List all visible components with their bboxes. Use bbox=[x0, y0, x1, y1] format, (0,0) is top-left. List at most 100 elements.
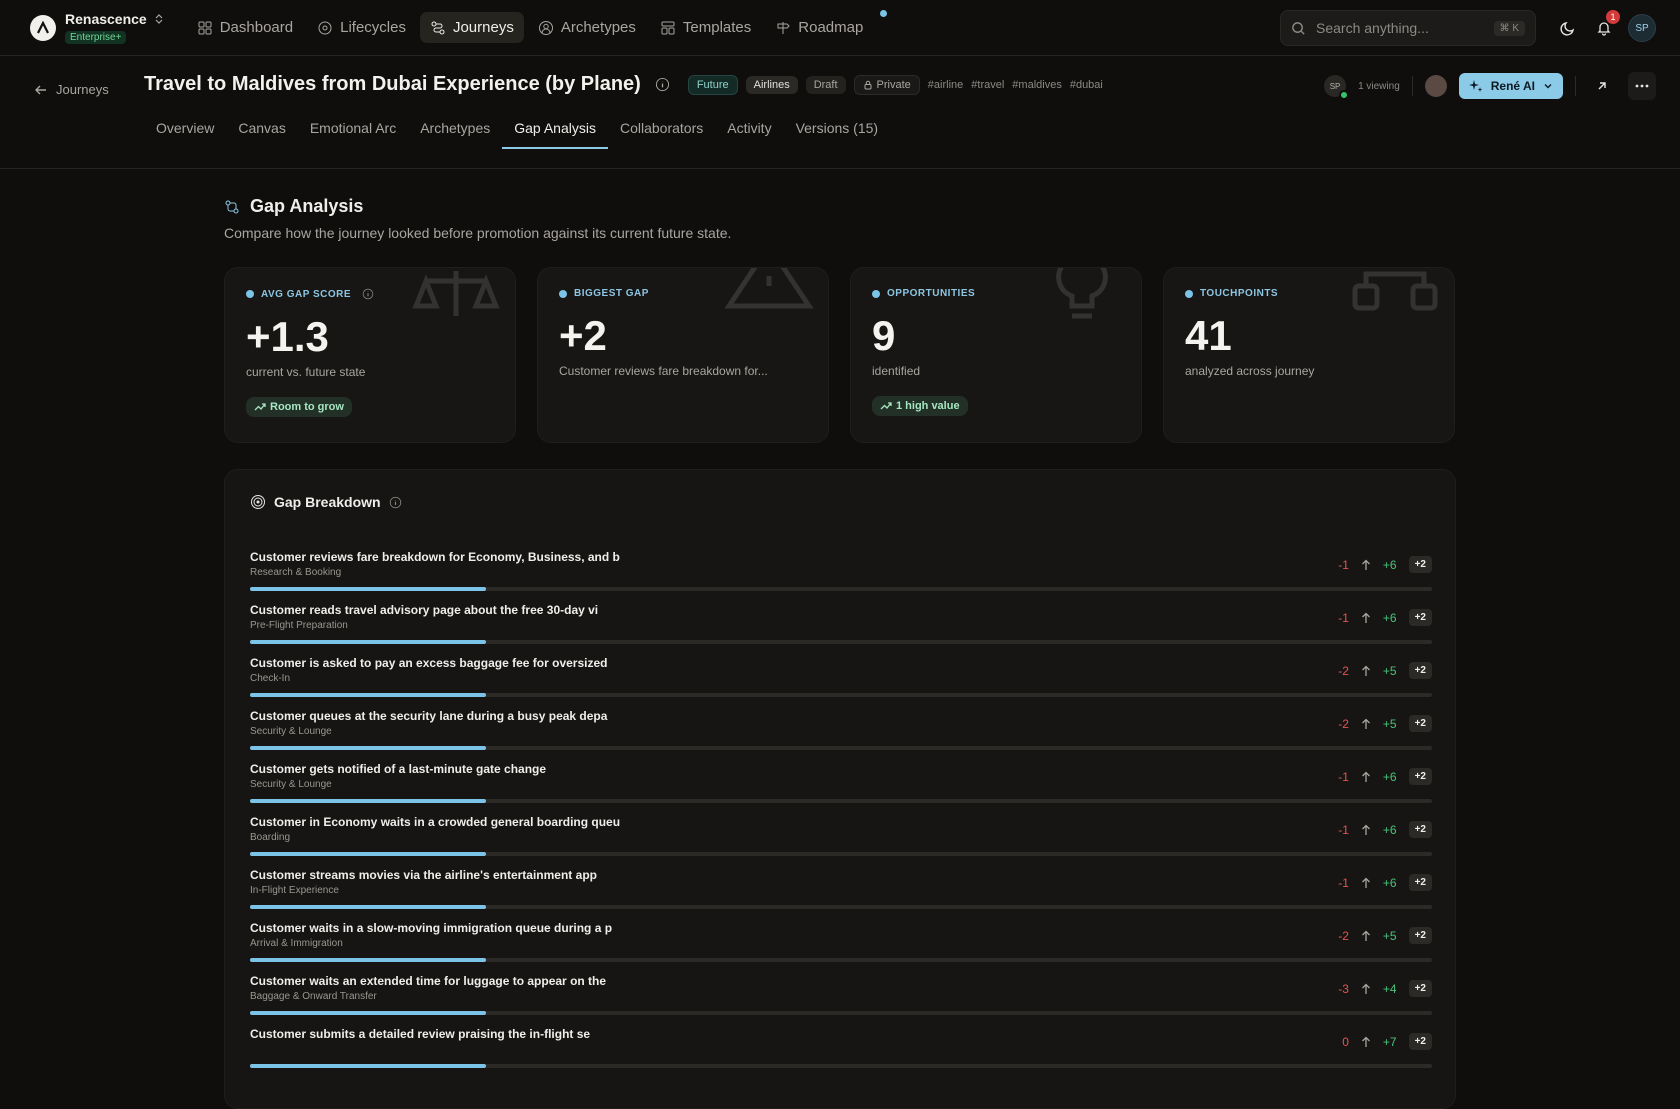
arrow-up-icon bbox=[1361, 665, 1370, 676]
stat-cards: AVG GAP SCORE +1.3 current vs. future st… bbox=[224, 267, 1456, 443]
gap-row[interactable]: Customer in Economy waits in a crowded g… bbox=[250, 815, 1432, 868]
workspace-switcher[interactable]: Renascence Enterprise+ bbox=[65, 11, 163, 45]
status-chip: 1 high value bbox=[872, 396, 968, 416]
gap-row[interactable]: Customer waits in a slow-moving immigrat… bbox=[250, 921, 1432, 974]
theme-toggle[interactable] bbox=[1554, 14, 1582, 42]
visibility-badge[interactable]: Private bbox=[853, 74, 920, 95]
row-stage: Pre-Flight Preparation bbox=[250, 620, 348, 631]
nav-dashboard[interactable]: Dashboard bbox=[187, 12, 303, 43]
gap-bar-fill bbox=[250, 640, 487, 644]
page-title: Travel to Maldives from Dubai Experience… bbox=[144, 73, 641, 95]
card-label: TOUCHPOINTS bbox=[1200, 288, 1279, 299]
scale-icon bbox=[412, 271, 500, 316]
open-external-button[interactable] bbox=[1588, 72, 1616, 100]
collaborator-avatar[interactable] bbox=[1424, 75, 1447, 97]
row-title: Customer in Economy waits in a crowded g… bbox=[250, 815, 621, 829]
before-score: -1 bbox=[1338, 822, 1349, 837]
gap-bar-track bbox=[250, 1064, 1432, 1068]
nav-templates[interactable]: Templates bbox=[650, 12, 761, 43]
tab-emotional-arc[interactable]: Emotional Arc bbox=[298, 111, 408, 148]
arrow-up-icon bbox=[1361, 559, 1370, 570]
trend-up-icon bbox=[254, 403, 266, 411]
gap-bar-track bbox=[250, 905, 1432, 909]
info-icon[interactable] bbox=[362, 288, 374, 300]
gap-row[interactable]: Customer gets notified of a last-minute … bbox=[250, 762, 1432, 815]
stat-card-opportunities: OPPORTUNITIES 9 identified 1 high value bbox=[850, 267, 1142, 443]
row-stage: Check-In bbox=[250, 673, 291, 684]
gap-bar-fill bbox=[250, 958, 487, 962]
sparkles-icon bbox=[1468, 80, 1483, 92]
gap-row[interactable]: Customer waits an extended time for lugg… bbox=[250, 974, 1432, 1027]
rene-ai-button[interactable]: René AI bbox=[1458, 73, 1563, 99]
arrow-up-icon bbox=[1361, 877, 1370, 888]
more-button[interactable] bbox=[1628, 72, 1656, 100]
tab-archetypes[interactable]: Archetypes bbox=[408, 111, 502, 148]
logo-icon[interactable] bbox=[30, 14, 56, 41]
section-title: Gap Analysis bbox=[224, 196, 363, 217]
gap-row[interactable]: Customer reviews fare breakdown for Econ… bbox=[250, 550, 1432, 603]
row-title: Customer reviews fare breakdown for Econ… bbox=[250, 550, 620, 564]
top-bar: Renascence Enterprise+ Dashboard Lifecyc… bbox=[0, 0, 1680, 56]
gap-breakdown-panel: Gap Breakdown Customer reviews fare brea… bbox=[224, 469, 1456, 1109]
gap-bar-fill bbox=[250, 799, 487, 803]
tab-overview[interactable]: Overview bbox=[144, 111, 226, 148]
arrow-up-icon bbox=[1361, 824, 1370, 835]
nav-label: Journeys bbox=[452, 19, 514, 36]
gap-row[interactable]: Customer reads travel advisory page abou… bbox=[250, 603, 1432, 656]
gap-row[interactable]: Customer is asked to pay an excess bagga… bbox=[250, 656, 1432, 709]
tab-versions[interactable]: Versions (15) bbox=[784, 111, 890, 148]
row-scores: -3 +4 +2 bbox=[1335, 980, 1432, 997]
gap-bar-fill bbox=[250, 587, 487, 591]
card-label: AVG GAP SCORE bbox=[261, 288, 352, 300]
tab-activity[interactable]: Activity bbox=[715, 111, 783, 148]
nav-archetypes[interactable]: Archetypes bbox=[528, 12, 646, 43]
notifications-button[interactable]: 1 bbox=[1590, 10, 1620, 42]
tag[interactable]: #airline bbox=[928, 79, 963, 91]
nav-journeys[interactable]: Journeys bbox=[419, 12, 524, 43]
gap-bar-track bbox=[250, 746, 1432, 750]
warning-icon bbox=[724, 268, 814, 309]
gap-bar-fill bbox=[250, 746, 487, 750]
gap-row[interactable]: Customer queues at the security lane dur… bbox=[250, 709, 1432, 762]
network-icon bbox=[1352, 271, 1438, 311]
nav-lifecycles[interactable]: Lifecycles bbox=[307, 12, 416, 43]
rene-ai-label: René AI bbox=[1490, 79, 1535, 93]
search-input[interactable]: Search anything... ⌘ K bbox=[1280, 10, 1536, 46]
gap-badge: +2 bbox=[1408, 768, 1432, 785]
gap-row[interactable]: Customer submits a detailed review prais… bbox=[250, 1027, 1432, 1080]
nav-label: Lifecycles bbox=[340, 19, 406, 36]
gap-bar-track bbox=[250, 958, 1432, 962]
info-icon[interactable] bbox=[389, 496, 402, 509]
search-icon bbox=[1292, 21, 1305, 35]
main-nav: Dashboard Lifecycles Journeys Archetypes… bbox=[187, 10, 888, 43]
arrow-up-icon bbox=[1361, 612, 1370, 623]
tab-gap-analysis[interactable]: Gap Analysis bbox=[502, 111, 608, 149]
stat-card-biggest-gap: BIGGEST GAP +2 Customer reviews fare bre… bbox=[537, 267, 829, 443]
chevron-updown-icon bbox=[155, 13, 163, 24]
status-chip: Room to grow bbox=[246, 397, 352, 417]
row-title: Customer gets notified of a last-minute … bbox=[250, 762, 547, 776]
gap-bar-track bbox=[250, 587, 1432, 591]
gap-badge: +2 bbox=[1408, 980, 1432, 997]
compare-icon bbox=[225, 200, 239, 213]
card-label: BIGGEST GAP bbox=[574, 288, 649, 299]
tab-collaborators[interactable]: Collaborators bbox=[608, 111, 715, 148]
chevron-down-icon bbox=[1544, 84, 1552, 89]
gap-row[interactable]: Customer streams movies via the airline'… bbox=[250, 868, 1432, 921]
back-link[interactable]: Journeys bbox=[34, 82, 109, 97]
row-title: Customer submits a detailed review prais… bbox=[250, 1027, 591, 1041]
breakdown-rows: Customer reviews fare breakdown for Econ… bbox=[250, 550, 1432, 1080]
user-avatar[interactable]: SP bbox=[1628, 14, 1656, 42]
stat-card-touchpoints: TOUCHPOINTS 41 analyzed across journey bbox=[1163, 267, 1455, 443]
info-icon[interactable] bbox=[655, 77, 670, 92]
journey-tabs: Overview Canvas Emotional Arc Archetypes… bbox=[144, 111, 890, 149]
tag[interactable]: #travel bbox=[971, 79, 1004, 91]
nav-roadmap[interactable]: Roadmap bbox=[765, 10, 888, 43]
after-score: +7 bbox=[1382, 1034, 1397, 1049]
breakdown-title: Gap Breakdown bbox=[250, 494, 402, 510]
tag[interactable]: #dubai bbox=[1070, 79, 1103, 91]
tab-canvas[interactable]: Canvas bbox=[226, 111, 297, 148]
tag[interactable]: #maldives bbox=[1012, 79, 1062, 91]
gap-bar-track bbox=[250, 852, 1432, 856]
gap-badge: +2 bbox=[1408, 927, 1432, 944]
